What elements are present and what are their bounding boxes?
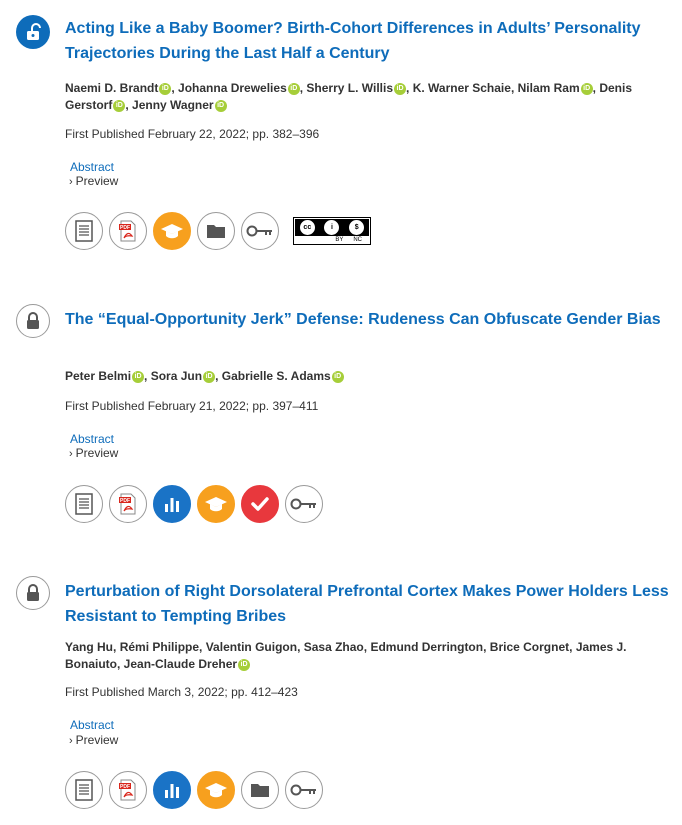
abstract-link[interactable]: Abstract: [70, 160, 114, 174]
chevron-right-icon: ›: [69, 448, 73, 460]
chevron-right-icon: ›: [69, 176, 73, 188]
access-key-icon[interactable]: [241, 212, 279, 250]
orcid-icon[interactable]: iD: [214, 100, 227, 112]
permissions-icon[interactable]: [197, 771, 235, 809]
restricted-access-icon: [16, 304, 50, 338]
restricted-access-icon: [16, 576, 50, 610]
publication-info: First Published February 22, 2022; pp. 3…: [65, 127, 320, 141]
metrics-icon[interactable]: [153, 485, 191, 523]
author-link[interactable]: Peter Belmi: [65, 369, 131, 383]
pdf-icon[interactable]: PDF: [109, 771, 147, 809]
orcid-icon[interactable]: iD: [113, 100, 126, 112]
author-link[interactable]: K. Warner Schaie: [413, 81, 511, 95]
fulltext-icon[interactable]: [65, 485, 103, 523]
author-link[interactable]: Yang Hu: [65, 640, 113, 654]
orcid-icon[interactable]: iD: [394, 83, 407, 95]
author-link[interactable]: Johanna Drewelies: [178, 81, 287, 95]
access-key-icon[interactable]: [285, 771, 323, 809]
creative-commons-license-badge[interactable]: cc i $ BY NC: [293, 217, 371, 245]
article-actions: PDF cc i $ BY NC: [65, 211, 371, 251]
author-link[interactable]: Nilam Ram: [518, 81, 580, 95]
author-link[interactable]: Naemi D. Brandt: [65, 81, 158, 95]
article-actions: PDF: [65, 770, 323, 810]
author-link[interactable]: Valentin Guigon: [206, 640, 297, 654]
author-link[interactable]: Edmund Derrington: [370, 640, 483, 654]
orcid-icon[interactable]: iD: [238, 659, 251, 671]
preview-toggle[interactable]: › Preview: [69, 446, 118, 460]
preview-label: Preview: [75, 446, 119, 460]
supplemental-icon[interactable]: [197, 212, 235, 250]
abstract-link[interactable]: Abstract: [70, 718, 114, 732]
pdf-icon[interactable]: PDF: [109, 212, 147, 250]
noncommercial-icon: $: [349, 220, 365, 235]
svg-text:PDF: PDF: [120, 225, 130, 231]
publication-info: First Published February 21, 2022; pp. 3…: [65, 399, 319, 413]
author-link[interactable]: Sora Jun: [151, 369, 202, 383]
author-link[interactable]: Sasa Zhao: [304, 640, 364, 654]
crossmark-icon[interactable]: [241, 485, 279, 523]
permissions-icon[interactable]: [197, 485, 235, 523]
attribution-icon: i: [324, 220, 340, 235]
orcid-icon[interactable]: iD: [203, 371, 216, 383]
publication-info: First Published March 3, 2022; pp. 412–4…: [65, 685, 298, 699]
chevron-right-icon: ›: [69, 735, 73, 747]
author-list: Peter Belmi iD, Sora Jun iD, Gabrielle S. …: [65, 368, 670, 385]
permissions-icon[interactable]: [153, 212, 191, 250]
svg-text:PDF: PDF: [120, 498, 130, 504]
author-list: Yang Hu, Rémi Philippe, Valentin Guigon,…: [65, 640, 627, 671]
pdf-icon[interactable]: PDF: [109, 485, 147, 523]
fulltext-icon[interactable]: [65, 771, 103, 809]
orcid-icon[interactable]: iD: [132, 371, 145, 383]
author-link[interactable]: Gabrielle S. Adams: [222, 369, 331, 383]
orcid-icon[interactable]: iD: [287, 83, 300, 95]
open-access-icon: [16, 15, 50, 49]
fulltext-icon[interactable]: [65, 212, 103, 250]
license-label: BY: [335, 237, 344, 243]
cc-icon: cc: [299, 220, 315, 235]
author-list: Naemi D. Brandt iD, Johanna Drewelies iD, …: [65, 81, 633, 112]
abstract-link[interactable]: Abstract: [70, 432, 114, 446]
author-link[interactable]: Jean-Claude Dreher: [124, 657, 237, 671]
preview-toggle[interactable]: › Preview: [69, 174, 118, 188]
author-link[interactable]: Rémi Philippe: [120, 640, 199, 654]
article-title-link[interactable]: Perturbation of Right Dorsolateral Prefr…: [65, 579, 670, 629]
preview-toggle[interactable]: › Preview: [69, 733, 118, 747]
orcid-icon[interactable]: iD: [159, 83, 172, 95]
author-link[interactable]: Jenny Wagner: [132, 98, 214, 112]
orcid-icon[interactable]: iD: [580, 83, 593, 95]
access-key-icon[interactable]: [285, 485, 323, 523]
metrics-icon[interactable]: [153, 771, 191, 809]
supplemental-icon[interactable]: [241, 771, 279, 809]
author-link[interactable]: Brice Corgnet: [490, 640, 569, 654]
svg-text:PDF: PDF: [120, 784, 130, 790]
orcid-icon[interactable]: iD: [331, 371, 344, 383]
author-link[interactable]: Sherry L. Willis: [306, 81, 393, 95]
license-label: NC: [353, 237, 362, 243]
preview-label: Preview: [75, 733, 119, 747]
preview-label: Preview: [75, 174, 119, 188]
article-title-link[interactable]: Acting Like a Baby Boomer? Birth-Cohort …: [65, 16, 670, 66]
article-actions: PDF: [65, 484, 323, 524]
article-title-link[interactable]: The “Equal-Opportunity Jerk” Defense: Ru…: [65, 307, 670, 332]
